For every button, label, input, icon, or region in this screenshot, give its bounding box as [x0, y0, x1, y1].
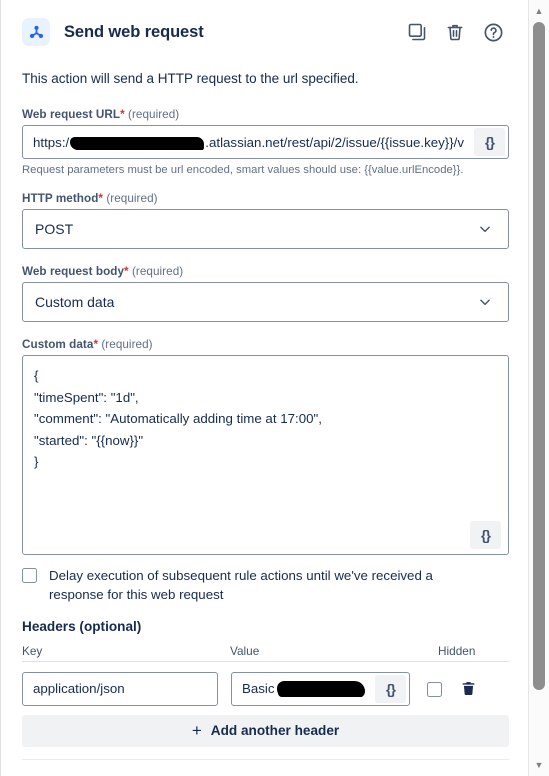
vertical-scrollbar[interactable]: ▲ ▼ — [528, 0, 549, 776]
webhook-icon — [22, 18, 50, 46]
chevron-down-icon[interactable] — [470, 222, 508, 236]
url-input-wrapper[interactable]: https:/ .atlassian.net/rest/api/2/issue/{… — [22, 125, 509, 160]
custom-data-label-text: Custom data — [22, 338, 94, 352]
chevron-down-icon[interactable] — [470, 295, 508, 309]
url-help-text: Request parameters must be url encoded, … — [22, 164, 464, 177]
url-required-star: * — [120, 108, 125, 122]
help-icon[interactable] — [482, 21, 504, 43]
trash-icon[interactable] — [460, 680, 477, 697]
web-request-body-select[interactable]: Custom data — [22, 282, 509, 323]
header-hidden-checkbox[interactable] — [427, 682, 442, 698]
next-section-cutoff — [22, 758, 509, 776]
headers-table-head: Key Value Hidden — [22, 644, 509, 662]
header-hidden-cell — [427, 680, 477, 698]
column-header-value: Value — [230, 643, 260, 658]
url-field-label: Web request URL* (required) — [22, 108, 509, 121]
header-value-input[interactable]: Basic — [232, 680, 375, 698]
http-method-label-text: HTTP method — [22, 192, 99, 206]
delay-execution-label: Delay execution of subsequent rule actio… — [49, 568, 433, 603]
duplicate-icon[interactable] — [406, 21, 428, 43]
header-value-prefix: Basic — [242, 681, 275, 697]
header-value-redaction — [276, 681, 365, 698]
url-smart-value-button[interactable]: {} — [474, 128, 505, 157]
header-actions — [406, 21, 509, 43]
web-request-body-required-star: * — [124, 265, 129, 279]
action-description: This action will send a HTTP request to … — [22, 71, 359, 86]
custom-data-smart-value-button[interactable]: {} — [470, 521, 501, 550]
plus-icon: + — [191, 721, 202, 741]
http-method-select[interactable]: POST — [22, 209, 509, 250]
http-method-value: POST — [35, 221, 74, 238]
header-key-input[interactable]: application/json — [23, 681, 217, 696]
header-key-input-wrapper[interactable]: application/json — [22, 671, 218, 706]
scroll-down-arrow[interactable]: ▼ — [529, 756, 549, 774]
http-method-required-star: * — [98, 192, 104, 206]
custom-data-textarea[interactable]: { "timeSpent": "1d", "comment": "Automat… — [23, 356, 508, 482]
web-request-body-label-text: Web request body — [22, 265, 125, 279]
url-input[interactable]: https:/ .atlassian.net/rest/api/2/issue/{… — [23, 135, 474, 150]
custom-data-label: Custom data* (required) — [22, 338, 509, 351]
scroll-up-arrow[interactable]: ▲ — [529, 2, 549, 20]
header-value-input-wrapper[interactable]: Basic {} — [231, 671, 410, 706]
url-value-prefix: https:/ — [33, 134, 70, 150]
action-config-panel: Send web request This action will send a… — [0, 0, 529, 776]
page-title: Send web request — [64, 22, 204, 41]
header-key-cell: application/json — [22, 671, 218, 706]
url-value-suffix: .atlassian.net/rest/api/2/issue/{{issue.… — [205, 134, 464, 150]
scrollbar-thumb[interactable] — [533, 22, 545, 690]
add-another-header-label: Add another header — [210, 723, 340, 739]
header-value-smart-value-button[interactable]: {} — [375, 674, 406, 703]
http-method-required-text: (required) — [106, 192, 158, 206]
http-method-label: HTTP method* (required) — [22, 192, 509, 205]
add-another-header-button[interactable]: + Add another header — [22, 714, 509, 747]
web-request-body-value: Custom data — [35, 294, 115, 311]
headers-section-title: Headers (optional) — [22, 618, 142, 634]
url-label-text: Web request URL — [22, 108, 121, 122]
column-header-hidden: Hidden — [438, 643, 476, 658]
panel-header: Send web request — [22, 0, 509, 60]
custom-data-required-text: (required) — [101, 338, 153, 352]
web-request-body-label: Web request body* (required) — [22, 265, 509, 278]
custom-data-required-star: * — [93, 338, 99, 352]
url-redaction — [70, 136, 205, 150]
web-request-body-required-text: (required) — [131, 265, 184, 279]
url-required-text: (required) — [128, 108, 180, 122]
delete-icon[interactable] — [444, 21, 466, 43]
delay-execution-row[interactable]: Delay execution of subsequent rule actio… — [22, 566, 509, 605]
delay-execution-checkbox[interactable] — [22, 568, 37, 584]
column-header-key: Key — [22, 643, 43, 658]
table-row: application/json Basic {} — [22, 671, 509, 706]
custom-data-textarea-wrapper[interactable]: { "timeSpent": "1d", "comment": "Automat… — [22, 355, 509, 556]
header-value-cell: Basic {} — [231, 671, 410, 706]
